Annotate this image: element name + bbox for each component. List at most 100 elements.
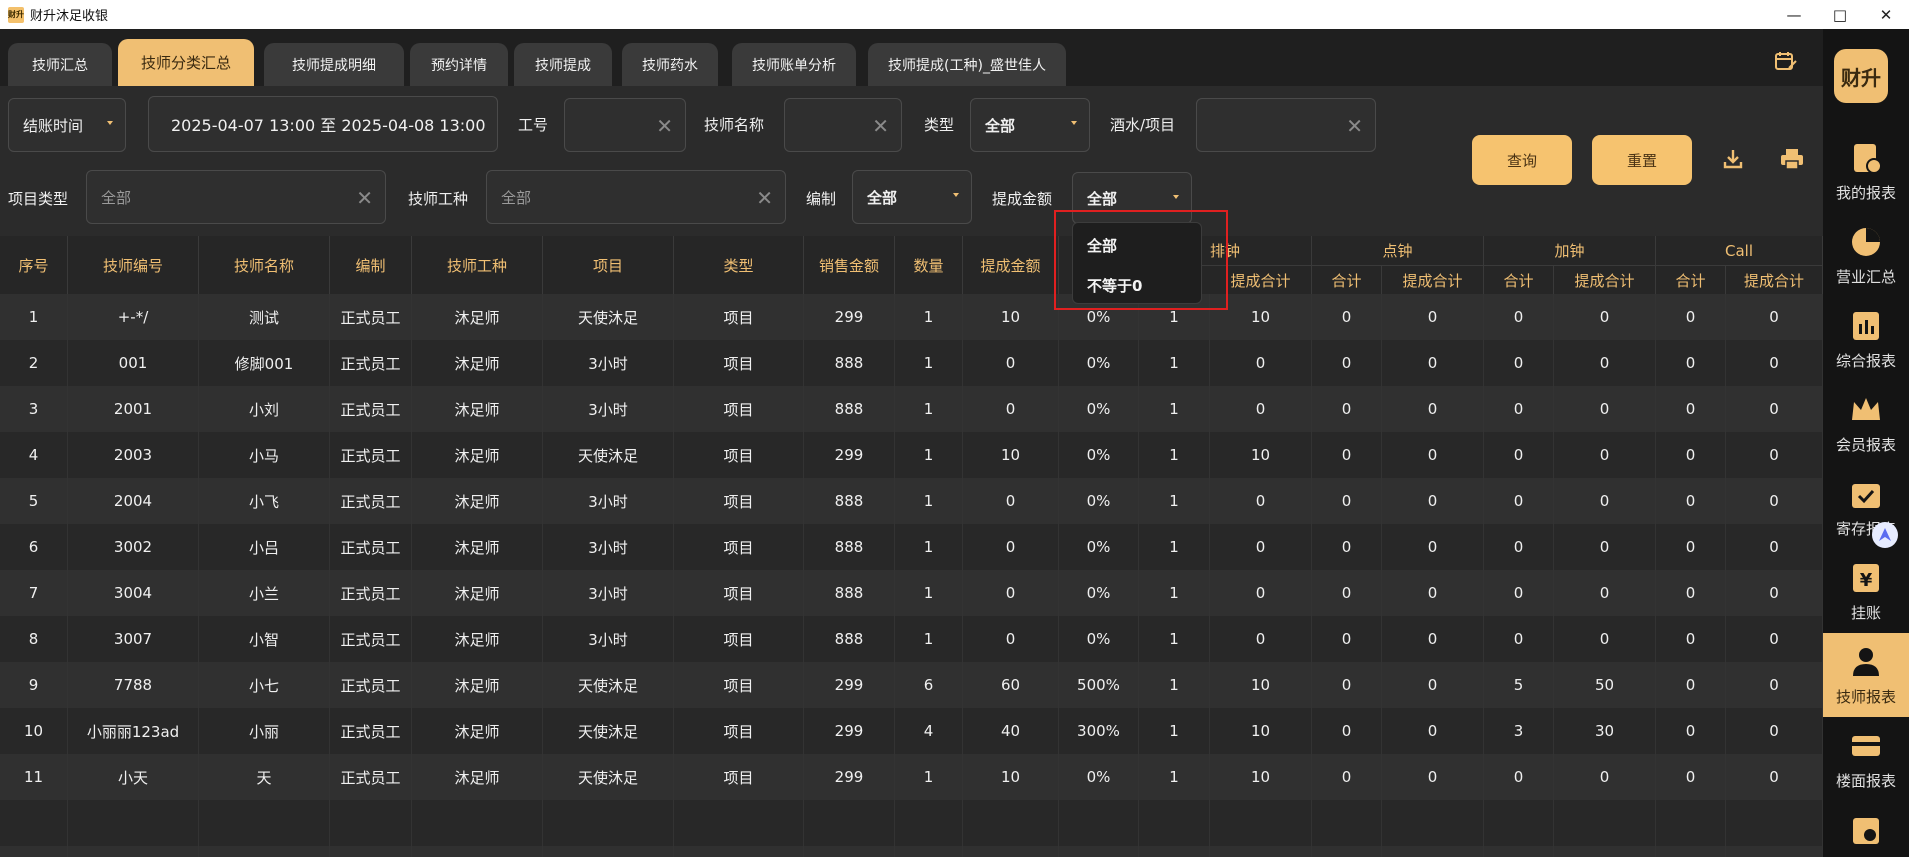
table-cell: +-*/	[68, 294, 199, 340]
table-cell: 0	[1210, 570, 1312, 616]
tab-commission[interactable]: 技师提成	[514, 43, 612, 86]
sidebar-item-comprehensive-report[interactable]: 综合报表	[1823, 297, 1909, 381]
sidebar-item-booking-report[interactable]: 预订报表	[1823, 801, 1909, 857]
table-cell: 0	[963, 616, 1059, 662]
table-cell: 0	[1210, 524, 1312, 570]
tech-name-label: 技师名称	[704, 116, 765, 134]
sidebar-item-label: 楼面报表	[1835, 771, 1896, 790]
table-cell: 0	[1726, 340, 1823, 386]
table-cell: 项目	[674, 754, 804, 800]
table-cell: 小吕	[199, 524, 330, 570]
table-cell: 3小时	[543, 386, 674, 432]
table-cell: 正式员工	[330, 570, 412, 616]
tab-potion[interactable]: 技师药水	[622, 43, 718, 86]
table-cell: 0	[1554, 340, 1656, 386]
sidebar-item-tech-report[interactable]: 技师报表	[1823, 633, 1909, 717]
table-cell: 沐足师	[412, 478, 543, 524]
calendar-edit-icon[interactable]	[1775, 51, 1797, 71]
table-cell: 9	[0, 662, 68, 708]
table-cell: 0%	[1059, 754, 1139, 800]
table-cell: 7	[0, 570, 68, 616]
table-cell: 0	[1210, 386, 1312, 432]
assistant-icon[interactable]	[1872, 522, 1898, 548]
query-button[interactable]: 查询	[1472, 135, 1572, 185]
minimize-icon[interactable]: —	[1771, 0, 1817, 29]
staffing-select[interactable]: 全部	[852, 170, 972, 224]
table-row[interactable]: 3 2001 小刘 正式员工 沐足师 3小时 项目 888 1 0 0% 1 0 0 0 0 0 0 0	[0, 386, 1823, 432]
col-header: 技师名称	[199, 236, 330, 294]
table-cell	[68, 846, 199, 857]
time-type-select[interactable]: 结账时间	[8, 98, 126, 152]
tab-tech-summary[interactable]: 技师汇总	[8, 43, 112, 86]
drink-item-input[interactable]: ✕	[1196, 98, 1376, 152]
work-no-label: 工号	[518, 116, 549, 134]
sidebar-item-credit[interactable]: ¥ 挂账	[1823, 549, 1909, 633]
tab-commission-detail[interactable]: 技师提成明细	[264, 43, 404, 86]
table-cell: 0	[1726, 708, 1823, 754]
table-cell: 正式员工	[330, 386, 412, 432]
table-cell: 小七	[199, 662, 330, 708]
close-icon[interactable]: ✕	[1863, 0, 1909, 29]
sidebar-item-label: 营业汇总	[1835, 267, 1896, 286]
table-cell: 项目	[674, 524, 804, 570]
table-row[interactable]: 2 001 修脚001 正式员工 沐足师 3小时 项目 888 1 0 0% 1 0 0 0 0 0 0 0	[0, 340, 1823, 386]
table-cell: 0	[1312, 754, 1382, 800]
table-row[interactable]: 10 小丽丽123ad 小丽 正式员工 沐足师 天使沐足 项目 299 4 40 300% 1 10 0 0…	[0, 708, 1823, 754]
sidebar-item-business-summary[interactable]: 营业汇总	[1823, 213, 1909, 297]
table-row[interactable]: 7 3004 小兰 正式员工 沐足师 3小时 项目 888 1 0 0% 1 0 0 0 0 0 0 0	[0, 570, 1823, 616]
sidebar-item-my-report[interactable]: 我的报表	[1823, 129, 1909, 213]
table-row[interactable]: 8 3007 小智 正式员工 沐足师 3小时 项目 888 1 0 0% 1 0 0 0 0 0 0 0	[0, 616, 1823, 662]
table-cell: 3004	[68, 570, 199, 616]
reset-button[interactable]: 重置	[1592, 135, 1692, 185]
table-cell: 小马	[199, 432, 330, 478]
table-cell: 0	[1484, 386, 1554, 432]
table-cell: 1	[1139, 616, 1210, 662]
maximize-icon[interactable]: □	[1817, 0, 1863, 29]
table-row[interactable]: 11 小天天正式员工 沐足师 天使沐足 项目 299 1 10 0% 1 10 0 0 0 0 0 0	[0, 754, 1823, 800]
dropdown-option-nonzero[interactable]: 不等于0	[1087, 275, 1142, 296]
tech-name-input[interactable]: ✕	[784, 98, 902, 152]
tab-commission-by-job[interactable]: 技师提成(工种)_盛世佳人	[868, 43, 1066, 86]
table-row[interactable]: 5 2004 小飞 正式员工 沐足师 3小时 项目 888 1 0 0% 1 0 0 0 0 0 0 0	[0, 478, 1823, 524]
item-type-select[interactable]: 全部 ✕	[86, 170, 386, 224]
table-cell: 1	[895, 478, 963, 524]
table-cell: 1	[1139, 386, 1210, 432]
tab-tech-category-summary[interactable]: 技师分类汇总	[118, 39, 254, 86]
sidebar-item-floor-report[interactable]: 楼面报表	[1823, 717, 1909, 801]
clear-icon[interactable]: ✕	[872, 114, 889, 138]
table-cell	[1726, 846, 1823, 857]
job-select[interactable]: 全部 ✕	[486, 170, 786, 224]
download-icon[interactable]	[1722, 148, 1744, 170]
table-cell: 测试	[199, 294, 330, 340]
table-cell: 0	[1554, 386, 1656, 432]
sidebar-item-label: 会员报表	[1835, 435, 1896, 454]
table-row[interactable]: 4 2003 小马 正式员工 沐足师 天使沐足 项目 299 1 10 0% 1 10 0 0 0 0 0 0	[0, 432, 1823, 478]
table-row[interactable]: 9 7788 小七 正式员工 沐足师 天使沐足 项目 299 6 60 500% 1 10 0 0 5 50 0 0	[0, 662, 1823, 708]
clear-icon[interactable]: ✕	[656, 114, 673, 138]
clear-icon[interactable]: ✕	[356, 186, 373, 210]
table-cell	[895, 800, 963, 846]
table-cell: 0	[1484, 524, 1554, 570]
type-select[interactable]: 全部	[970, 98, 1090, 152]
table-cell: 1	[1139, 432, 1210, 478]
clear-icon[interactable]: ✕	[1346, 114, 1363, 138]
print-icon[interactable]	[1780, 148, 1804, 170]
table-row[interactable]: 1 +-*/测试 正式员工 沐足师 天使沐足 项目 299 1 10 0% 1 10 0 0 0 0 0 0	[0, 294, 1823, 340]
dropdown-option-all[interactable]: 全部	[1087, 235, 1117, 256]
table-row[interactable]: 6 3002 小吕 正式员工 沐足师 3小时 项目 888 1 0 0% 1 0 0 0 0 0 0 0	[0, 524, 1823, 570]
sub-header: 提成合计	[1726, 266, 1823, 294]
sidebar-item-member-report[interactable]: 会员报表	[1823, 381, 1909, 465]
date-range-picker[interactable]: 2025-04-07 13:00 至 2025-04-08 13:00	[148, 96, 498, 152]
table-cell	[1726, 800, 1823, 846]
clear-icon[interactable]: ✕	[756, 186, 773, 210]
table-cell: 1	[1139, 478, 1210, 524]
sidebar-item-label: 技师报表	[1835, 687, 1896, 706]
floor-report-icon	[1852, 735, 1880, 756]
table-cell: 299	[804, 432, 895, 478]
table-cell: 10	[1210, 708, 1312, 754]
tab-booking-detail[interactable]: 预约详情	[410, 43, 508, 86]
tab-bill-analysis[interactable]: 技师账单分析	[732, 43, 856, 86]
work-no-input[interactable]: ✕	[564, 98, 686, 152]
table-cell: 0	[1382, 478, 1484, 524]
table-cell	[1484, 800, 1554, 846]
